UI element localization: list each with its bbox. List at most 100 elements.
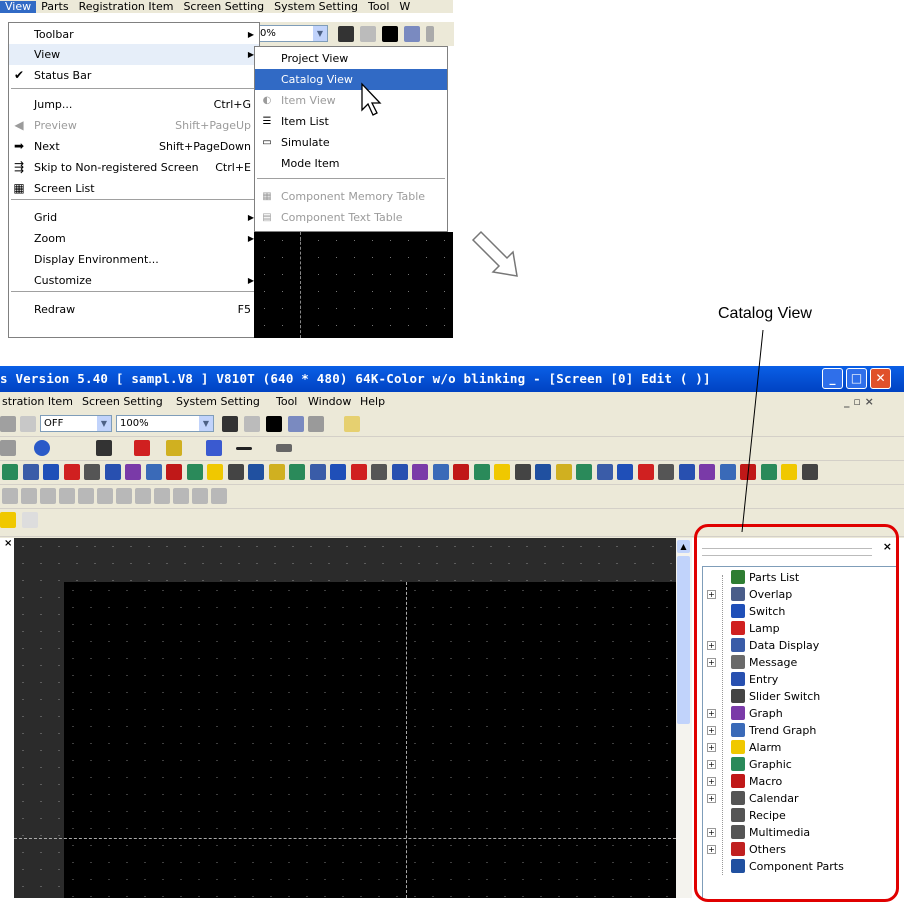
mdi-controls-icon[interactable]: _ ▫ ×: [844, 395, 874, 408]
item-list-icon[interactable]: [308, 416, 324, 432]
line-icon[interactable]: [206, 440, 222, 456]
view-menu-item-screen-list[interactable]: ▦ Screen List: [9, 178, 259, 199]
parts-palette-icon[interactable]: [166, 464, 182, 480]
minimize-button[interactable]: _: [822, 368, 843, 389]
submenu-item-item-list[interactable]: ☰ Item List: [255, 111, 447, 132]
parts-palette-icon[interactable]: [432, 464, 449, 480]
parts-palette-icon[interactable]: [494, 464, 510, 480]
parts-palette-icon[interactable]: [699, 464, 715, 480]
view-menu-item-next[interactable]: ➡ Next Shift+PageDown: [9, 136, 259, 157]
line-color-icon[interactable]: [134, 440, 150, 456]
next-arrow-icon[interactable]: [266, 416, 282, 432]
menu-screen-setting[interactable]: Screen Setting: [82, 395, 163, 408]
alarm-icon[interactable]: [0, 512, 16, 528]
screen-list-icon[interactable]: [404, 26, 420, 42]
parts-palette-icon[interactable]: [371, 464, 387, 480]
parts-palette-icon[interactable]: [801, 464, 818, 480]
edit-tool-icon[interactable]: [135, 488, 151, 504]
view-menu-item-display-environment[interactable]: Display Environment...: [9, 249, 259, 270]
submenu-item-component-text-table[interactable]: ▤ Component Text Table: [255, 207, 447, 228]
menu-system-setting[interactable]: System Setting: [269, 1, 363, 13]
view-menu-item-customize[interactable]: Customize ▶: [9, 270, 259, 291]
parts-palette-icon[interactable]: [104, 464, 121, 480]
menu-parts[interactable]: Parts: [36, 1, 73, 13]
previous-arrow-icon[interactable]: [360, 26, 376, 42]
edit-tool-icon[interactable]: [116, 488, 132, 504]
off-combo[interactable]: OFF ▼: [40, 415, 112, 432]
parts-palette-icon[interactable]: [268, 464, 285, 480]
edit-tool-icon[interactable]: [211, 488, 227, 504]
menu-tool[interactable]: Tool: [363, 1, 394, 13]
close-button[interactable]: ✕: [870, 368, 891, 389]
parts-palette-icon[interactable]: [473, 464, 490, 480]
item-list-icon[interactable]: [426, 26, 434, 42]
scroll-up-icon[interactable]: ▲: [677, 540, 690, 553]
menu-system-setting[interactable]: System Setting: [176, 395, 260, 408]
fill-color-icon[interactable]: [166, 440, 182, 456]
view-menu-item-status-bar[interactable]: ✔ Status Bar: [9, 65, 259, 86]
close-icon[interactable]: ×: [4, 538, 12, 549]
parts-palette-icon[interactable]: [637, 464, 654, 480]
scrollbar-thumb[interactable]: [677, 556, 690, 724]
parts-palette-icon[interactable]: [207, 464, 223, 480]
parts-palette-icon[interactable]: [555, 464, 572, 480]
menu-tool[interactable]: Tool: [276, 395, 297, 408]
skip-icon[interactable]: [222, 416, 238, 432]
tile-pattern-icon[interactable]: [276, 444, 292, 452]
parts-palette-icon[interactable]: [412, 464, 428, 480]
parts-palette-icon[interactable]: [125, 464, 141, 480]
screen-canvas[interactable]: [64, 582, 676, 898]
parts-palette-icon[interactable]: [514, 464, 531, 480]
parts-palette-icon[interactable]: [309, 464, 326, 480]
menu-help[interactable]: Help: [360, 395, 385, 408]
parts-palette-icon[interactable]: [227, 464, 244, 480]
submenu-item-catalog-view[interactable]: Catalog View: [255, 69, 447, 90]
edit-tool-icon[interactable]: [192, 488, 208, 504]
screen-list-icon[interactable]: [288, 416, 304, 432]
help-icon[interactable]: [344, 416, 360, 432]
edit-tool-icon[interactable]: [21, 488, 37, 504]
view-menu-item-toolbar[interactable]: Toolbar ▶: [9, 24, 259, 45]
view-menu-item-grid[interactable]: Grid ▶: [9, 207, 259, 228]
font-icon[interactable]: [96, 440, 112, 456]
parts-palette-icon[interactable]: [350, 464, 367, 480]
parts-palette-icon[interactable]: [576, 464, 592, 480]
previous-arrow-icon[interactable]: [244, 416, 260, 432]
view-menu-item-skip-to-non-registered-screen[interactable]: ⇶ Skip to Non-registered Screen Ctrl+E: [9, 157, 259, 178]
menu-registration-item[interactable]: stration Item: [2, 395, 73, 408]
submenu-item-mode-item[interactable]: Mode Item: [255, 153, 447, 174]
submenu-item-component-memory-table[interactable]: ▦ Component Memory Table: [255, 186, 447, 207]
submenu-item-project-view[interactable]: Project View: [255, 48, 447, 69]
menu-registration-item[interactable]: Registration Item: [74, 1, 179, 13]
parts-palette-icon[interactable]: [740, 464, 756, 480]
parts-palette-icon[interactable]: [453, 464, 469, 480]
menu-window[interactable]: Window: [308, 395, 351, 408]
parts-palette-icon[interactable]: [781, 464, 797, 480]
next-arrow-icon[interactable]: [382, 26, 398, 42]
search-icon[interactable]: [0, 416, 16, 432]
parts-palette-icon[interactable]: [248, 464, 264, 480]
item-view-icon[interactable]: [20, 416, 36, 432]
view-menu-item-zoom[interactable]: Zoom ▶: [9, 228, 259, 249]
menu-screen-setting[interactable]: Screen Setting: [178, 1, 269, 13]
edit-tool-icon[interactable]: [78, 488, 94, 504]
parts-icon[interactable]: [34, 440, 50, 456]
parts-palette-icon[interactable]: [22, 464, 39, 480]
submenu-item-item-view[interactable]: ◐ Item View: [255, 90, 447, 111]
line-width-icon[interactable]: [236, 447, 252, 450]
chevron-down-icon[interactable]: ▼: [313, 26, 327, 41]
parts-palette-icon[interactable]: [2, 464, 18, 480]
parts-palette-icon[interactable]: [330, 464, 346, 480]
parts-palette-icon[interactable]: [43, 464, 59, 480]
parts-palette-icon[interactable]: [596, 464, 613, 480]
maximize-button[interactable]: □: [846, 368, 867, 389]
skip-icon[interactable]: [338, 26, 354, 42]
menu-window-fragment[interactable]: W: [394, 1, 415, 13]
edit-tool-icon[interactable]: [2, 488, 18, 504]
view-menu-item-view[interactable]: View ▶: [9, 44, 259, 65]
view-menu-item-jump[interactable]: Jump... Ctrl+G: [9, 94, 259, 115]
screen-edit-area[interactable]: [0, 538, 690, 898]
parts-palette-icon[interactable]: [617, 464, 633, 480]
parts-palette-icon[interactable]: [535, 464, 551, 480]
chevron-down-icon[interactable]: ▼: [97, 416, 111, 431]
